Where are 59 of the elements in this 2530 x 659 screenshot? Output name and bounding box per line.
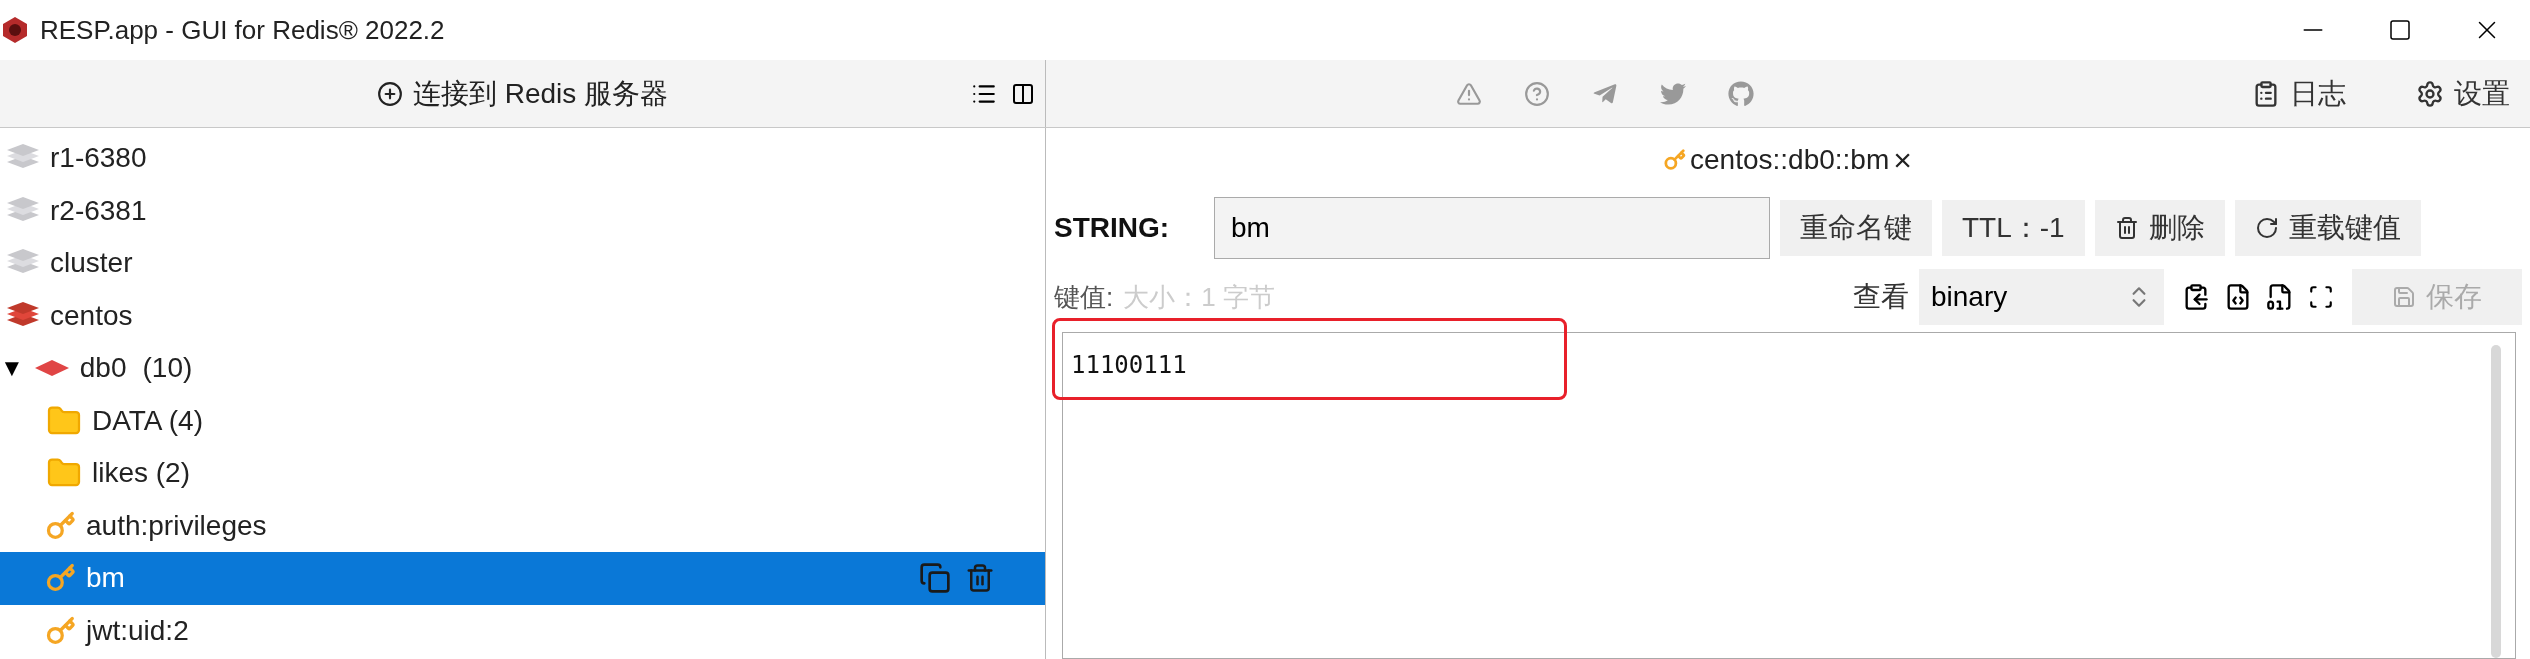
tree-label: cluster: [50, 246, 133, 281]
tree-item[interactable]: cluster: [0, 237, 1045, 290]
add-icon: [376, 80, 403, 107]
tree-label: db0: [79, 351, 127, 386]
key-name-field[interactable]: bm: [1214, 197, 1770, 259]
warning-icon[interactable]: [1456, 80, 1482, 107]
tree-item[interactable]: r1-6380: [0, 132, 1045, 185]
key-icon: [1664, 149, 1687, 171]
tree-item[interactable]: centos: [0, 289, 1045, 342]
tab-close[interactable]: ×: [1893, 136, 1912, 184]
key-count: (10): [142, 351, 193, 386]
save-icon: [2392, 285, 2416, 309]
scrollbar[interactable]: [2491, 345, 2501, 658]
database-icon: [33, 358, 70, 379]
trash-icon[interactable]: [965, 563, 995, 594]
tree-label: auth:privileges: [86, 508, 267, 543]
tree-item[interactable]: r2-6381: [0, 184, 1045, 237]
github-icon[interactable]: [1728, 80, 1754, 107]
settings-icon: [2416, 79, 2444, 108]
tree-item[interactable]: auth:privileges: [0, 499, 1045, 552]
copy-icon[interactable]: [919, 562, 951, 595]
reload-icon: [2254, 216, 2279, 240]
split-view-icon[interactable]: [1011, 81, 1035, 106]
key-icon: [46, 563, 76, 594]
key-icon: [46, 615, 76, 646]
tree-item[interactable]: likes (2): [0, 447, 1045, 500]
tree-label: centos: [50, 298, 133, 333]
tree-label: bm: [86, 561, 125, 596]
app-logo-icon: [2, 16, 28, 44]
value-editor[interactable]: 11100111: [1062, 332, 2516, 659]
tree-label: r1-6380: [50, 141, 147, 176]
tree-item[interactable]: ▼ db0 (10): [0, 342, 1045, 395]
connect-button[interactable]: 连接到 Redis 服务器: [376, 72, 669, 115]
maximize-icon[interactable]: [2388, 18, 2412, 42]
tree-label: r2-6381: [50, 193, 147, 228]
key-icon: [46, 510, 76, 541]
reload-button[interactable]: 重载键值: [2234, 200, 2421, 256]
trash-icon: [2114, 216, 2139, 240]
tree-item[interactable]: DATA (4): [0, 394, 1045, 447]
view-label: 查看: [1853, 280, 1909, 314]
tree-item[interactable]: bm: [0, 552, 1045, 605]
log-button[interactable]: 日志: [2252, 72, 2346, 115]
view-mode-select[interactable]: binary: [1919, 269, 2164, 325]
type-label: STRING:: [1054, 211, 1171, 245]
tree-label: DATA (4): [92, 403, 203, 438]
value-text: 11100111: [1071, 351, 1187, 379]
value-label: 键值:: [1054, 280, 1114, 314]
delete-button[interactable]: 删除: [2094, 200, 2225, 256]
help-icon[interactable]: [1524, 80, 1550, 107]
tab-title: centos::db0::bm: [1690, 143, 1890, 177]
fullscreen-icon[interactable]: [2308, 284, 2334, 310]
settings-button[interactable]: 设置: [2416, 72, 2510, 115]
tree-label: likes (2): [92, 456, 190, 491]
tree-label: jwt:uid:2: [86, 613, 189, 648]
expand-toggle[interactable]: ▼: [0, 350, 24, 387]
rename-button[interactable]: 重命名键: [1780, 200, 1932, 256]
window-title: RESP.app - GUI for Redis® 2022.2: [40, 13, 445, 47]
ttl-button[interactable]: TTL：-1: [1942, 200, 2085, 256]
tree-item[interactable]: jwt:uid:2: [0, 604, 1045, 657]
